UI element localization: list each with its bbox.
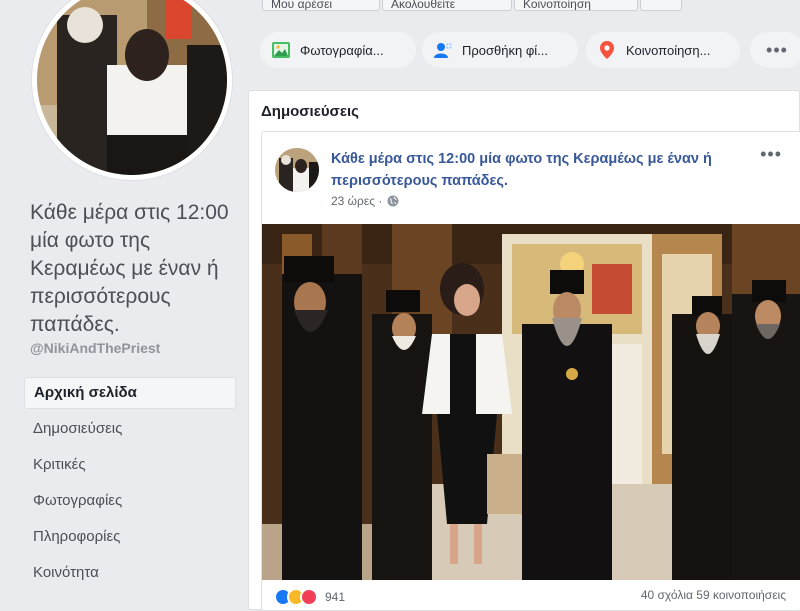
profile-picture[interactable] <box>32 0 232 180</box>
nav-item-posts[interactable]: Δημοσιεύσεις <box>24 411 236 447</box>
posts-section: Δημοσιεύσεις Κάθε μέρα στις 12:00 μία φω… <box>248 90 800 611</box>
reactions-summary[interactable]: 941 <box>274 588 345 606</box>
reaction-count: 941 <box>325 590 346 604</box>
like-page-button[interactable]: Μου αρέσει <box>262 0 380 11</box>
page-name: Κάθε μέρα στις 12:00 μία φωτο της Κεραμέ… <box>30 201 229 336</box>
nav-item-photos[interactable]: Φωτογραφίες <box>24 483 236 519</box>
left-sidebar: Κάθε μέρα στις 12:00 μία φωτο της Κεραμέ… <box>0 0 246 600</box>
share-page-button[interactable]: Κοινοποίηση <box>514 0 638 11</box>
nav-item-reviews[interactable]: Κριτικές <box>24 447 236 483</box>
posts-section-title[interactable]: Δημοσιεύσεις <box>261 103 359 120</box>
nav-item-community[interactable]: Κοινότητα <box>24 555 236 591</box>
follow-page-button[interactable]: Ακολουθείτε <box>382 0 512 11</box>
checkin-button[interactable]: Κοινοποίηση... <box>586 32 740 68</box>
post-timestamp: 23 ώρες · <box>331 194 399 208</box>
page-nav: Αρχική σελίδα Δημοσιεύσεις Κριτικές Φωτο… <box>24 377 236 591</box>
photo-video-button[interactable]: Φωτογραφία... <box>260 32 416 68</box>
nav-item-home[interactable]: Αρχική σελίδα <box>24 377 236 409</box>
post-photo-image <box>262 224 800 580</box>
post-author-avatar[interactable] <box>275 148 319 192</box>
nav-item-about[interactable]: Πληροφορίες <box>24 519 236 555</box>
post-text: Κάθε μέρα στις 12:00 μία φωτο της Κεραμέ… <box>331 151 712 189</box>
tag-friends-label: Προσθήκη φί... <box>462 42 548 58</box>
post-avatar-image <box>275 148 319 192</box>
love-reaction-icon <box>300 588 318 606</box>
post: Κάθε μέρα στις 12:00 μία φωτο της Κεραμέ… <box>261 131 800 611</box>
post-options-button[interactable]: ••• <box>760 144 782 165</box>
photo-icon <box>272 42 290 58</box>
post-time-label[interactable]: 23 ώρες · <box>331 194 382 208</box>
post-photo[interactable] <box>262 224 800 580</box>
profile-photo-image <box>37 0 227 175</box>
tag-people-icon <box>434 43 452 58</box>
checkin-label: Κοινοποίηση... <box>626 42 711 58</box>
location-pin-icon <box>600 41 614 59</box>
more-options-button[interactable]: ••• <box>750 32 800 68</box>
more-page-actions-button[interactable] <box>640 0 682 11</box>
page-handle[interactable]: @NikiAndThePriest <box>30 340 160 356</box>
photo-video-label: Φωτογραφία... <box>300 42 384 58</box>
tag-friends-button[interactable]: Προσθήκη φί... <box>422 32 578 68</box>
globe-icon <box>387 195 399 207</box>
